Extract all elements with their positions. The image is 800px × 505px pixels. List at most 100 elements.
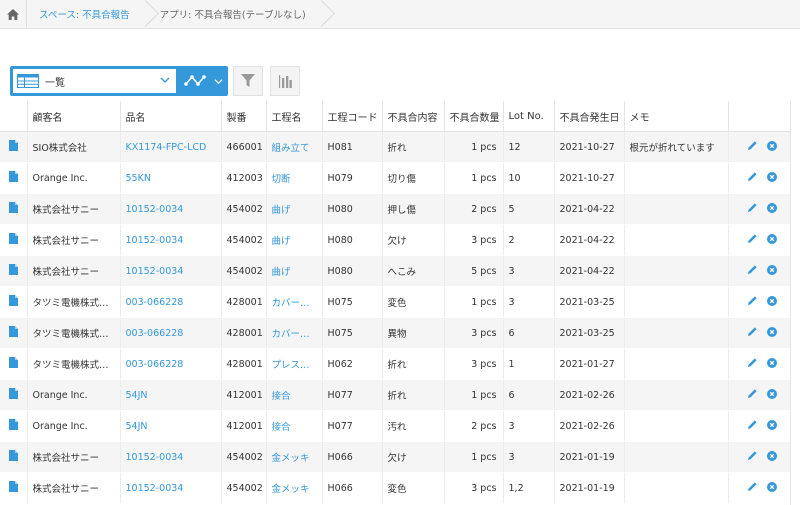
header-memo[interactable]: メモ — [624, 101, 729, 132]
home-icon[interactable] — [0, 0, 27, 28]
cell-product[interactable]: 10152-0034 — [120, 255, 222, 287]
cell-code: H066 — [322, 472, 383, 504]
edit-pencil-icon[interactable] — [747, 450, 758, 464]
edit-pencil-icon[interactable] — [747, 233, 758, 247]
record-detail-button[interactable] — [0, 317, 28, 349]
delete-close-icon[interactable] — [766, 326, 777, 340]
table-row: 株式会社サニー 10152-0034 454002 曲げ H080 へこみ 5 pcs 3 20… — [0, 255, 791, 287]
record-detail-button[interactable] — [0, 131, 28, 163]
record-detail-button[interactable] — [0, 224, 28, 256]
record-detail-button[interactable] — [0, 379, 28, 411]
table-row: SIO株式会社 KX1174-FPC-LCD 466001 組み立て H081 折れ 1 p… — [0, 131, 791, 163]
cell-code: H077 — [322, 410, 383, 442]
document-icon — [8, 450, 18, 464]
cell-lot: 5 — [503, 193, 555, 225]
view-dropdown[interactable]: 一覧 — [13, 69, 176, 93]
edit-pencil-icon[interactable] — [747, 326, 758, 340]
delete-close-icon[interactable] — [766, 450, 777, 464]
edit-pencil-icon[interactable] — [747, 264, 758, 278]
edit-pencil-icon[interactable] — [747, 171, 758, 185]
filter-button[interactable] — [233, 66, 263, 96]
cell-process[interactable]: プレス… — [266, 348, 323, 380]
record-detail-button[interactable] — [0, 348, 28, 380]
edit-pencil-icon[interactable] — [747, 419, 758, 433]
record-detail-button[interactable] — [0, 410, 28, 442]
edit-pencil-icon[interactable] — [747, 295, 758, 309]
cell-product[interactable]: 10152-0034 — [120, 472, 222, 504]
edit-pencil-icon[interactable] — [747, 140, 758, 154]
cell-product[interactable]: 003-066228 — [120, 348, 222, 380]
header-date[interactable]: 不具合発生日 — [554, 101, 625, 132]
delete-close-icon[interactable] — [766, 233, 777, 247]
record-detail-button[interactable] — [0, 441, 28, 473]
cell-customer: タツミ電機株式… — [27, 286, 121, 318]
cell-qty: 1 pcs — [444, 379, 504, 411]
cell-product[interactable]: 003-066228 — [120, 286, 222, 318]
header-process[interactable]: 工程名 — [266, 101, 323, 132]
cell-date: 2021-02-26 — [554, 379, 625, 411]
cell-serial: 412003 — [221, 162, 267, 194]
graph-button[interactable] — [178, 66, 228, 96]
cell-product[interactable]: 10152-0034 — [120, 193, 222, 225]
cell-process[interactable]: 曲げ — [266, 255, 323, 287]
cell-process[interactable]: 接合 — [266, 410, 323, 442]
breadcrumb-space[interactable]: スペース: 不具合報告 — [27, 7, 140, 21]
edit-pencil-icon[interactable] — [747, 481, 758, 495]
cell-code: H080 — [322, 193, 383, 225]
edit-pencil-icon[interactable] — [747, 388, 758, 402]
cell-product[interactable]: 10152-0034 — [120, 224, 222, 256]
delete-close-icon[interactable] — [766, 388, 777, 402]
record-detail-button[interactable] — [0, 255, 28, 287]
cell-process[interactable]: 切断 — [266, 162, 323, 194]
cell-product[interactable]: 55KN — [120, 162, 222, 194]
header-qty[interactable]: 不具合数量 — [444, 101, 504, 132]
graph-chart-button[interactable] — [270, 66, 300, 96]
header-defect[interactable]: 不具合内容 — [382, 101, 445, 132]
record-detail-button[interactable] — [0, 286, 28, 318]
delete-close-icon[interactable] — [766, 202, 777, 216]
cell-defect: 折れ — [382, 348, 445, 380]
cell-product[interactable]: 003-066228 — [120, 317, 222, 349]
delete-close-icon[interactable] — [766, 171, 777, 185]
cell-process[interactable]: 組み立て — [266, 131, 323, 163]
record-detail-button[interactable] — [0, 472, 28, 504]
record-detail-button[interactable] — [0, 193, 28, 225]
cell-memo: 根元が折れています — [624, 131, 729, 163]
cell-product[interactable]: 54JN — [120, 410, 222, 442]
row-actions — [728, 193, 791, 225]
header-customer[interactable]: 顧客名 — [27, 101, 121, 132]
chevron-down-icon — [213, 78, 223, 84]
delete-close-icon[interactable] — [766, 481, 777, 495]
cell-product[interactable]: 54JN — [120, 379, 222, 411]
cell-process[interactable]: 金メッキ — [266, 472, 323, 504]
row-actions — [728, 224, 791, 256]
cell-process[interactable]: 接合 — [266, 379, 323, 411]
edit-pencil-icon[interactable] — [747, 202, 758, 216]
cell-lot: 2 — [503, 224, 555, 256]
cell-process[interactable]: 金メッキ — [266, 441, 323, 473]
header-lot[interactable]: Lot No. — [503, 101, 555, 132]
cell-process[interactable]: カバー… — [266, 286, 323, 318]
cell-process[interactable]: 曲げ — [266, 193, 323, 225]
header-serial[interactable]: 製番 — [221, 101, 267, 132]
cell-product[interactable]: KX1174-FPC-LCD — [120, 131, 222, 163]
edit-pencil-icon[interactable] — [747, 357, 758, 371]
table-row: 株式会社サニー 10152-0034 454002 曲げ H080 押し傷 2 pcs 5 20… — [0, 193, 791, 225]
cell-lot: 10 — [503, 162, 555, 194]
breadcrumb-app: アプリ: 不具合報告(テーブルなし) — [159, 10, 306, 21]
cell-lot: 3 — [503, 255, 555, 287]
cell-product[interactable]: 10152-0034 — [120, 441, 222, 473]
cell-process[interactable]: 曲げ — [266, 224, 323, 256]
delete-close-icon[interactable] — [766, 140, 777, 154]
record-detail-button[interactable] — [0, 162, 28, 194]
cell-process[interactable]: カバー… — [266, 317, 323, 349]
delete-close-icon[interactable] — [766, 264, 777, 278]
delete-close-icon[interactable] — [766, 357, 777, 371]
header-product[interactable]: 品名 — [120, 101, 222, 132]
delete-close-icon[interactable] — [766, 295, 777, 309]
row-actions — [728, 379, 791, 411]
header-code[interactable]: 工程コード — [322, 101, 383, 132]
document-icon — [8, 419, 18, 433]
document-icon — [8, 326, 18, 340]
delete-close-icon[interactable] — [766, 419, 777, 433]
